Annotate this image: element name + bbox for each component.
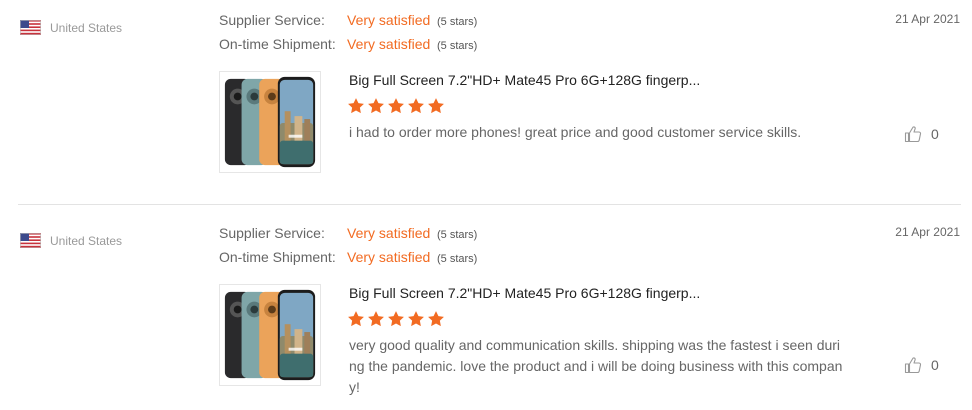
shipment-value: Very satisfied bbox=[347, 249, 431, 265]
supplier-service-value: Very satisfied bbox=[347, 12, 431, 28]
review-text: i had to order more phones! great price … bbox=[349, 124, 802, 140]
star-icon bbox=[367, 310, 385, 328]
product-thumbnail[interactable] bbox=[219, 284, 321, 386]
thumbs-up-icon bbox=[903, 355, 923, 375]
helpful-button[interactable]: 0 bbox=[903, 355, 939, 375]
review-date: 21 Apr 2021 bbox=[895, 12, 960, 26]
star-icon bbox=[347, 97, 365, 115]
helpful-count: 0 bbox=[931, 126, 939, 142]
country-name: United States bbox=[50, 233, 123, 248]
product-title-link[interactable]: Big Full Screen 7.2"HD+ Mate45 Pro 6G+12… bbox=[349, 285, 700, 301]
star-icon bbox=[427, 97, 445, 115]
shipment-rating: On-time Shipment: Very satisfied (5 star… bbox=[219, 249, 477, 265]
supplier-service-label: Supplier Service: bbox=[219, 12, 325, 28]
shipment-label: On-time Shipment: bbox=[219, 36, 336, 52]
phone-product-image bbox=[220, 285, 320, 385]
supplier-service-count: (5 stars) bbox=[437, 16, 478, 28]
shipment-rating: On-time Shipment: Very satisfied (5 star… bbox=[219, 36, 477, 52]
supplier-service-count: (5 stars) bbox=[437, 229, 478, 241]
product-star-rating bbox=[347, 97, 445, 115]
star-icon bbox=[407, 97, 425, 115]
supplier-service-label: Supplier Service: bbox=[219, 225, 325, 241]
product-thumbnail[interactable] bbox=[219, 71, 321, 173]
review-item: United States Supplier Service: Very sat… bbox=[0, 204, 972, 410]
helpful-button[interactable]: 0 bbox=[903, 124, 939, 144]
supplier-service-rating: Supplier Service: Very satisfied (5 star… bbox=[219, 12, 477, 28]
star-icon bbox=[387, 97, 405, 115]
star-icon bbox=[387, 310, 405, 328]
thumbs-up-icon bbox=[903, 124, 923, 144]
phone-product-image bbox=[220, 72, 320, 172]
star-icon bbox=[367, 97, 385, 115]
helpful-count: 0 bbox=[931, 357, 939, 373]
review-item: United States Supplier Service: Very sat… bbox=[0, 0, 972, 205]
shipment-value: Very satisfied bbox=[347, 36, 431, 52]
us-flag-icon bbox=[20, 233, 41, 248]
country-name: United States bbox=[50, 20, 123, 35]
reviewer-country: United States bbox=[20, 233, 122, 248]
us-flag-icon bbox=[20, 20, 41, 35]
supplier-service-value: Very satisfied bbox=[347, 225, 431, 241]
review-date: 21 Apr 2021 bbox=[895, 225, 960, 239]
star-icon bbox=[427, 310, 445, 328]
product-star-rating bbox=[347, 310, 445, 328]
product-title-link[interactable]: Big Full Screen 7.2"HD+ Mate45 Pro 6G+12… bbox=[349, 72, 700, 88]
shipment-count: (5 stars) bbox=[437, 40, 478, 52]
star-icon bbox=[347, 310, 365, 328]
review-text: very good quality and communication skil… bbox=[349, 337, 843, 395]
shipment-label: On-time Shipment: bbox=[219, 249, 336, 265]
shipment-count: (5 stars) bbox=[437, 253, 478, 265]
star-icon bbox=[407, 310, 425, 328]
supplier-service-rating: Supplier Service: Very satisfied (5 star… bbox=[219, 225, 477, 241]
reviewer-country: United States bbox=[20, 20, 122, 35]
